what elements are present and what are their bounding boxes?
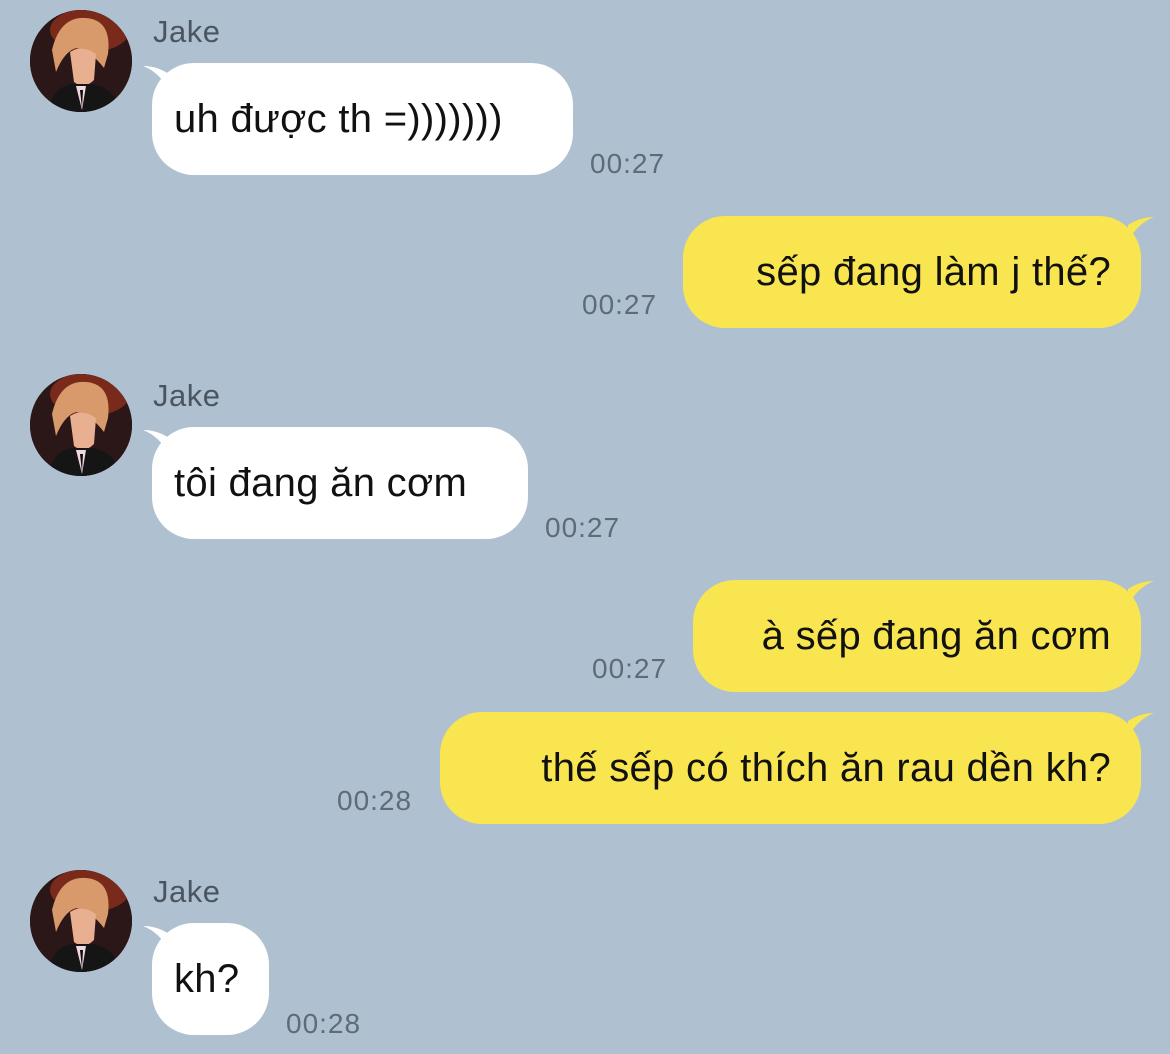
message-timestamp: 00:27: [582, 289, 658, 320]
bubble-tail: [1128, 713, 1154, 737]
chat-message-list: Jake uh được th =))))))) 00:27 sếp đang …: [0, 0, 1170, 1054]
message-bubble-outgoing[interactable]: thế sếp có thích ăn rau dền kh?: [440, 712, 1141, 824]
message-bubble-incoming[interactable]: tôi đang ăn cơm: [152, 427, 528, 539]
message-timestamp: 00:27: [545, 512, 621, 543]
bubble-tail: [1128, 581, 1154, 605]
message-timestamp: 00:28: [337, 785, 413, 816]
bubble-tail: [1128, 217, 1154, 241]
sender-avatar[interactable]: [30, 870, 132, 972]
message-bubble-outgoing[interactable]: à sếp đang ăn cơm: [693, 580, 1141, 692]
message-bubble-incoming[interactable]: uh được th =))))))): [152, 63, 573, 175]
sender-avatar[interactable]: [30, 374, 132, 476]
sender-name: Jake: [153, 14, 221, 49]
message-timestamp: 00:28: [286, 1008, 362, 1039]
sender-avatar[interactable]: [30, 10, 132, 112]
message-timestamp: 00:27: [590, 148, 666, 179]
sender-name: Jake: [153, 378, 221, 413]
sender-name: Jake: [153, 874, 221, 909]
message-timestamp: 00:27: [592, 653, 668, 684]
message-bubble-incoming[interactable]: kh?: [152, 923, 269, 1035]
message-bubble-outgoing[interactable]: sếp đang làm j thế?: [683, 216, 1141, 328]
